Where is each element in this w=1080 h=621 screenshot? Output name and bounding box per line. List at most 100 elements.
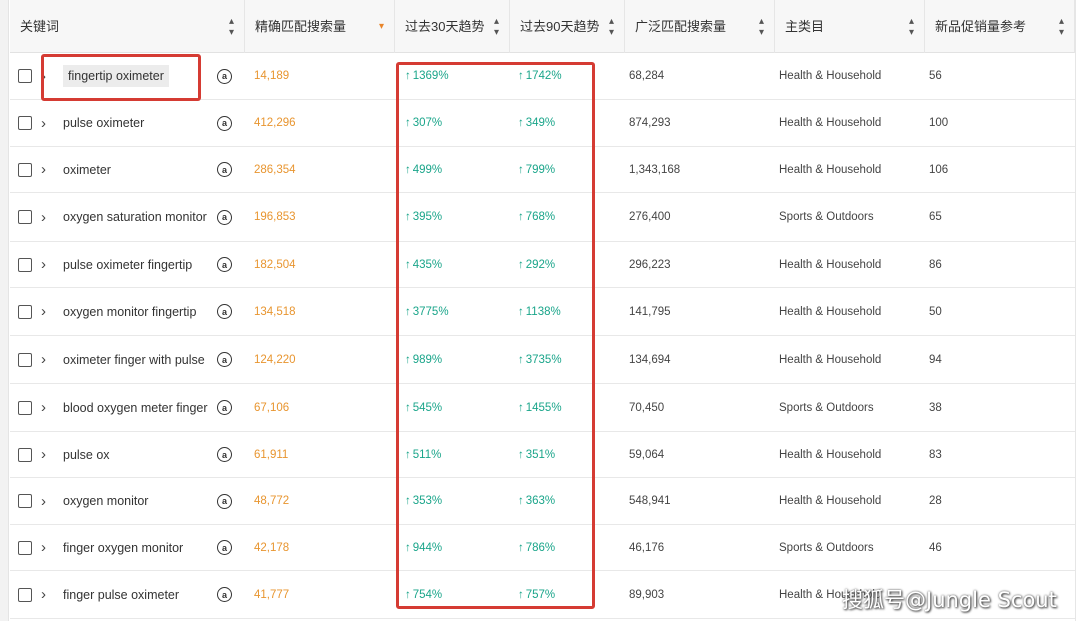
- amazon-icon[interactable]: a: [217, 304, 232, 319]
- keyword-text[interactable]: finger oxygen monitor: [63, 540, 183, 556]
- amazon-icon[interactable]: a: [217, 209, 232, 225]
- row-checkbox[interactable]: [18, 540, 32, 555]
- new-promo-volume: 94: [929, 353, 942, 366]
- amazon-icon-cell: a: [217, 571, 232, 618]
- amazon-icon[interactable]: a: [217, 400, 232, 415]
- new-promo-volume: 65: [929, 211, 942, 223]
- sort-icon[interactable]: ▴ ▾: [229, 16, 234, 38]
- keyword-cell: finger oxygen monitor: [63, 525, 213, 570]
- sort-icon[interactable]: ▴ ▾: [1059, 16, 1064, 38]
- row-checkbox[interactable]: [18, 587, 32, 602]
- row-checkbox-cell: [18, 147, 32, 192]
- keyword-text[interactable]: blood oxygen meter finger: [63, 400, 208, 416]
- row-checkbox-cell: [18, 384, 32, 431]
- chevron-right-icon[interactable]: ›: [41, 399, 46, 416]
- chevron-right-icon[interactable]: ›: [41, 351, 46, 368]
- chevron-right-icon[interactable]: ›: [41, 539, 46, 556]
- broad-search-volume: 134,694: [629, 353, 671, 366]
- chevron-right-icon[interactable]: ›: [41, 303, 46, 320]
- amazon-icon[interactable]: a: [217, 352, 232, 367]
- chevron-right-icon[interactable]: ›: [41, 586, 46, 603]
- sort-icon[interactable]: ▴ ▾: [909, 16, 914, 38]
- column-header-label: 广泛匹配搜索量: [635, 18, 727, 34]
- new-promo-volume: 100: [929, 117, 949, 129]
- column-header-new-promo[interactable]: 新品促销量参考 ▴ ▾: [925, 0, 1075, 53]
- chevron-right-icon[interactable]: ›: [41, 446, 46, 463]
- category: Health & Household: [779, 305, 882, 318]
- row-checkbox[interactable]: [18, 400, 32, 415]
- amazon-icon[interactable]: a: [217, 493, 232, 509]
- column-header-label: 精确匹配搜索量: [255, 18, 347, 34]
- row-expand-cell: ›: [41, 336, 46, 383]
- new-promo-volume: 46: [929, 541, 942, 554]
- column-header-keyword[interactable]: 关键词 ▴ ▾: [10, 0, 245, 53]
- keyword-text[interactable]: oximeter: [63, 162, 111, 178]
- category: Health & Household: [779, 495, 882, 507]
- exact-search-volume: 134,518: [254, 305, 296, 318]
- amazon-icon[interactable]: a: [217, 257, 232, 272]
- keyword-text[interactable]: oximeter finger with pulse: [63, 352, 205, 368]
- column-header-category[interactable]: 主类目 ▴ ▾: [775, 0, 925, 53]
- row-checkbox[interactable]: [18, 304, 32, 319]
- broad-search-volume: 68,284: [629, 70, 665, 82]
- new-promo-volume: 28: [929, 495, 942, 507]
- keyword-text[interactable]: pulse ox: [63, 447, 110, 463]
- keyword-text[interactable]: pulse oximeter fingertip: [63, 257, 192, 273]
- exact-search-volume: 48,772: [254, 495, 290, 507]
- row-checkbox[interactable]: [18, 69, 32, 83]
- row-checkbox[interactable]: [18, 494, 32, 508]
- amazon-icon-cell: a: [217, 384, 232, 431]
- keyword-cell: finger pulse oximeter: [63, 571, 213, 618]
- amazon-icon[interactable]: a: [217, 68, 232, 84]
- keyword-text[interactable]: oxygen saturation monitor: [63, 209, 207, 225]
- amazon-icon[interactable]: a: [217, 115, 232, 131]
- chevron-right-icon[interactable]: ›: [41, 493, 46, 510]
- row-checkbox[interactable]: [18, 447, 32, 462]
- keyword-text[interactable]: oxygen monitor fingertip: [63, 304, 196, 320]
- column-header-trend-90d[interactable]: 过去90天趋势 ▴ ▾: [510, 0, 625, 53]
- chevron-right-icon[interactable]: ›: [41, 209, 46, 226]
- keyword-cell: oxygen saturation monitor: [63, 193, 213, 241]
- amazon-icon-cell: a: [217, 193, 232, 241]
- row-checkbox[interactable]: [18, 116, 32, 130]
- amazon-icon[interactable]: a: [217, 447, 232, 462]
- row-checkbox-cell: [18, 100, 32, 146]
- new-promo-volume: 38: [929, 401, 942, 414]
- keyword-cell: oxygen monitor fingertip: [63, 288, 213, 335]
- exact-search-volume: 182,504: [254, 258, 296, 271]
- row-expand-cell: ›: [41, 242, 46, 287]
- amazon-icon[interactable]: a: [217, 540, 232, 555]
- exact-search-volume: 61,911: [254, 448, 289, 461]
- sort-desc-icon[interactable]: ▾: [379, 21, 384, 32]
- category: Health & Household: [779, 448, 882, 461]
- row-checkbox[interactable]: [18, 210, 32, 224]
- broad-search-volume: 70,450: [629, 401, 665, 414]
- chevron-right-icon[interactable]: ›: [41, 161, 46, 178]
- row-checkbox[interactable]: [18, 257, 32, 272]
- column-header-trend-30d[interactable]: 过去30天趋势 ▴ ▾: [395, 0, 510, 53]
- column-header-broad-search[interactable]: 广泛匹配搜索量 ▴ ▾: [625, 0, 775, 53]
- sort-icon[interactable]: ▴ ▾: [494, 16, 499, 38]
- sort-icon[interactable]: ▴ ▾: [609, 16, 614, 38]
- amazon-icon-cell: a: [217, 100, 232, 146]
- row-checkbox[interactable]: [18, 162, 32, 177]
- category: Sports & Outdoors: [779, 211, 874, 223]
- row-expand-cell: ›: [41, 432, 46, 477]
- category: Sports & Outdoors: [779, 541, 874, 554]
- row-checkbox[interactable]: [18, 352, 32, 367]
- chevron-right-icon[interactable]: ›: [41, 115, 46, 132]
- keyword-text[interactable]: finger pulse oximeter: [63, 587, 179, 603]
- amazon-icon[interactable]: a: [217, 587, 232, 602]
- amazon-icon[interactable]: a: [217, 162, 232, 177]
- row-expand-cell: ›: [41, 478, 46, 524]
- broad-search-volume: 59,064: [629, 448, 665, 461]
- broad-search-volume: 276,400: [629, 211, 671, 223]
- amazon-icon-cell: a: [217, 53, 232, 99]
- sort-icon[interactable]: ▴ ▾: [759, 16, 764, 38]
- keyword-text[interactable]: oxygen monitor: [63, 493, 148, 509]
- amazon-icon-cell: a: [217, 336, 232, 383]
- keyword-text[interactable]: pulse oximeter: [63, 115, 144, 131]
- chevron-right-icon[interactable]: ›: [41, 256, 46, 273]
- broad-search-volume: 1,343,168: [629, 163, 681, 176]
- column-header-exact-search[interactable]: 精确匹配搜索量 ▾: [245, 0, 395, 53]
